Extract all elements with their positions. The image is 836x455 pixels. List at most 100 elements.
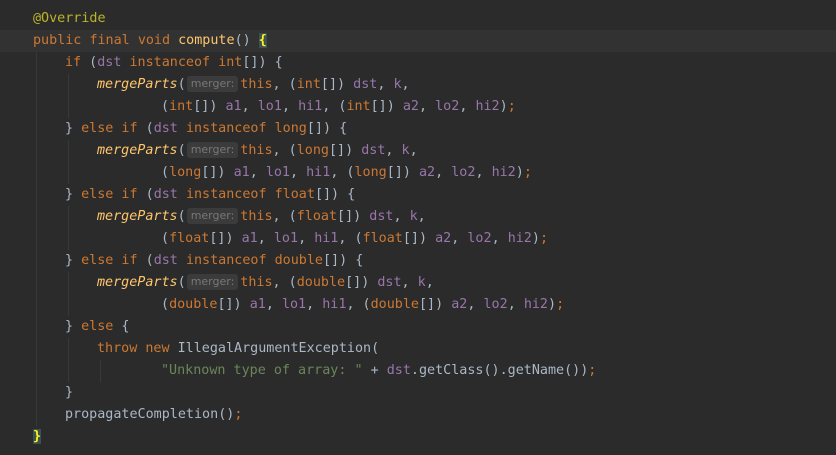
indent-guide <box>36 74 37 96</box>
param-hint-merger: merger: <box>186 208 239 224</box>
type-long: long <box>296 143 329 158</box>
keyword-else: else <box>81 319 114 334</box>
indent-guide <box>36 52 37 74</box>
hi1-var: hi1 <box>306 165 331 180</box>
matched-brace-close: } <box>33 429 42 444</box>
code-line-15[interactable]: } else { <box>0 316 836 338</box>
a1-var: a1 <box>241 231 258 246</box>
concat-operator: + <box>362 363 387 378</box>
indent-guide <box>36 206 37 228</box>
hi1-var: hi1 <box>322 297 347 312</box>
hi1-var: hi1 <box>298 99 323 114</box>
hi2-var: hi2 <box>507 231 532 246</box>
type-int: int <box>296 77 321 92</box>
call-mergeParts: mergeParts <box>97 275 178 290</box>
hi2-var: hi2 <box>475 99 500 114</box>
keyword-instanceof: instanceof <box>129 55 211 70</box>
code-line-6[interactable]: } else if (dst instanceof long[]) { <box>0 118 836 140</box>
a2-var: a2 <box>402 99 419 114</box>
dst-var: dst <box>361 143 386 158</box>
type-long: long <box>169 165 202 180</box>
dst-var: dst <box>153 121 178 136</box>
call-mergeParts: mergeParts <box>97 209 178 224</box>
indent-guide <box>36 404 37 426</box>
keyword-else-if: else if <box>81 121 138 136</box>
indent-guide <box>100 360 101 382</box>
code-line-7[interactable]: mergeParts(merger: this, (long[]) dst, k, <box>0 140 836 162</box>
code-line-2[interactable]: public final void compute() { <box>0 30 836 52</box>
keyword-final: final <box>89 33 130 48</box>
call-mergeParts: mergeParts <box>97 143 178 158</box>
lo1-var: lo1 <box>257 99 282 114</box>
indent-guide <box>36 118 37 140</box>
method-chain: .getClass().getName()) <box>410 363 589 378</box>
code-line-1[interactable]: @Override <box>0 8 836 30</box>
semicolon: ; <box>234 407 243 422</box>
indent-guide <box>36 96 37 118</box>
type-long: long <box>354 165 387 180</box>
indent-guide <box>68 162 69 184</box>
dst-var: dst <box>353 77 378 92</box>
lo2-var: lo2 <box>483 297 508 312</box>
type-int: int <box>169 99 194 114</box>
type-int: int <box>346 99 371 114</box>
k-var: k <box>409 209 418 224</box>
param-hint-merger: merger: <box>186 142 239 158</box>
code-line-11[interactable]: (float[]) a1, lo1, hi1, (float[]) a2, lo… <box>0 228 836 250</box>
type-double: double <box>370 297 419 312</box>
param-hint-merger: merger: <box>186 274 239 290</box>
code-line-14[interactable]: (double[]) a1, lo1, hi1, (double[]) a2, … <box>0 294 836 316</box>
lo1-var: lo1 <box>265 165 290 180</box>
code-line-8[interactable]: (long[]) a1, lo1, hi1, (long[]) a2, lo2,… <box>0 162 836 184</box>
type-long: long <box>274 121 307 136</box>
indent-guide <box>68 74 69 96</box>
lo2-var: lo2 <box>467 231 492 246</box>
indent-guide <box>36 140 37 162</box>
code-line-4[interactable]: mergeParts(merger: this, (int[]) dst, k, <box>0 74 836 96</box>
indent-guide <box>68 228 69 250</box>
a1-var: a1 <box>233 165 250 180</box>
dst-var: dst <box>153 253 178 268</box>
lo2-var: lo2 <box>451 165 476 180</box>
code-line-3[interactable]: if (dst instanceof int[]) { <box>0 52 836 74</box>
code-line-18[interactable]: } <box>0 382 836 404</box>
indent-guide <box>68 140 69 162</box>
code-editor[interactable]: @Override public final void compute() { … <box>0 0 836 455</box>
method-parens: () <box>234 33 259 48</box>
type-int: int <box>218 55 243 70</box>
keyword-this: this <box>240 275 273 290</box>
call-mergeParts: mergeParts <box>97 77 178 92</box>
code-line-19[interactable]: propagateCompletion(); <box>0 404 836 426</box>
a2-var: a2 <box>451 297 468 312</box>
code-line-10[interactable]: mergeParts(merger: this, (float[]) dst, k… <box>0 206 836 228</box>
indent-guide <box>68 96 69 118</box>
param-hint-merger: merger: <box>186 76 239 92</box>
k-var: k <box>401 143 410 158</box>
indent-guide <box>36 338 37 360</box>
error-message-string: "Unknown type of array: " <box>161 363 363 378</box>
matched-brace-open: { <box>258 33 267 48</box>
dst-var: dst <box>377 275 402 290</box>
keyword-else-if: else if <box>81 253 138 268</box>
code-line-13[interactable]: mergeParts(merger: this, (double[]) dst, … <box>0 272 836 294</box>
keyword-if: if <box>65 55 82 70</box>
annotation-override: @Override <box>33 11 106 26</box>
k-var: k <box>417 275 426 290</box>
lo1-var: lo1 <box>273 231 299 246</box>
code-line-17[interactable]: "Unknown type of array: " + dst.getClass… <box>0 360 836 382</box>
code-line-20[interactable]: } <box>0 426 836 448</box>
code-line-5[interactable]: (int[]) a1, lo1, hi1, (int[]) a2, lo2, h… <box>0 96 836 118</box>
call-propagateCompletion: propagateCompletion <box>65 407 219 422</box>
code-line-16[interactable]: throw new IllegalArgumentException( <box>0 338 836 360</box>
type-double: double <box>296 275 346 290</box>
indent-guide <box>36 316 37 338</box>
indent-guide <box>36 250 37 272</box>
indent-guide <box>36 272 37 294</box>
indent-guide <box>68 338 69 360</box>
a2-var: a2 <box>435 231 452 246</box>
exception-class: IllegalArgumentException( <box>177 341 380 356</box>
type-float: float <box>362 231 403 246</box>
keyword-else-if: else if <box>81 187 138 202</box>
code-line-9[interactable]: } else if (dst instanceof float[]) { <box>0 184 836 206</box>
code-line-12[interactable]: } else if (dst instanceof double[]) { <box>0 250 836 272</box>
